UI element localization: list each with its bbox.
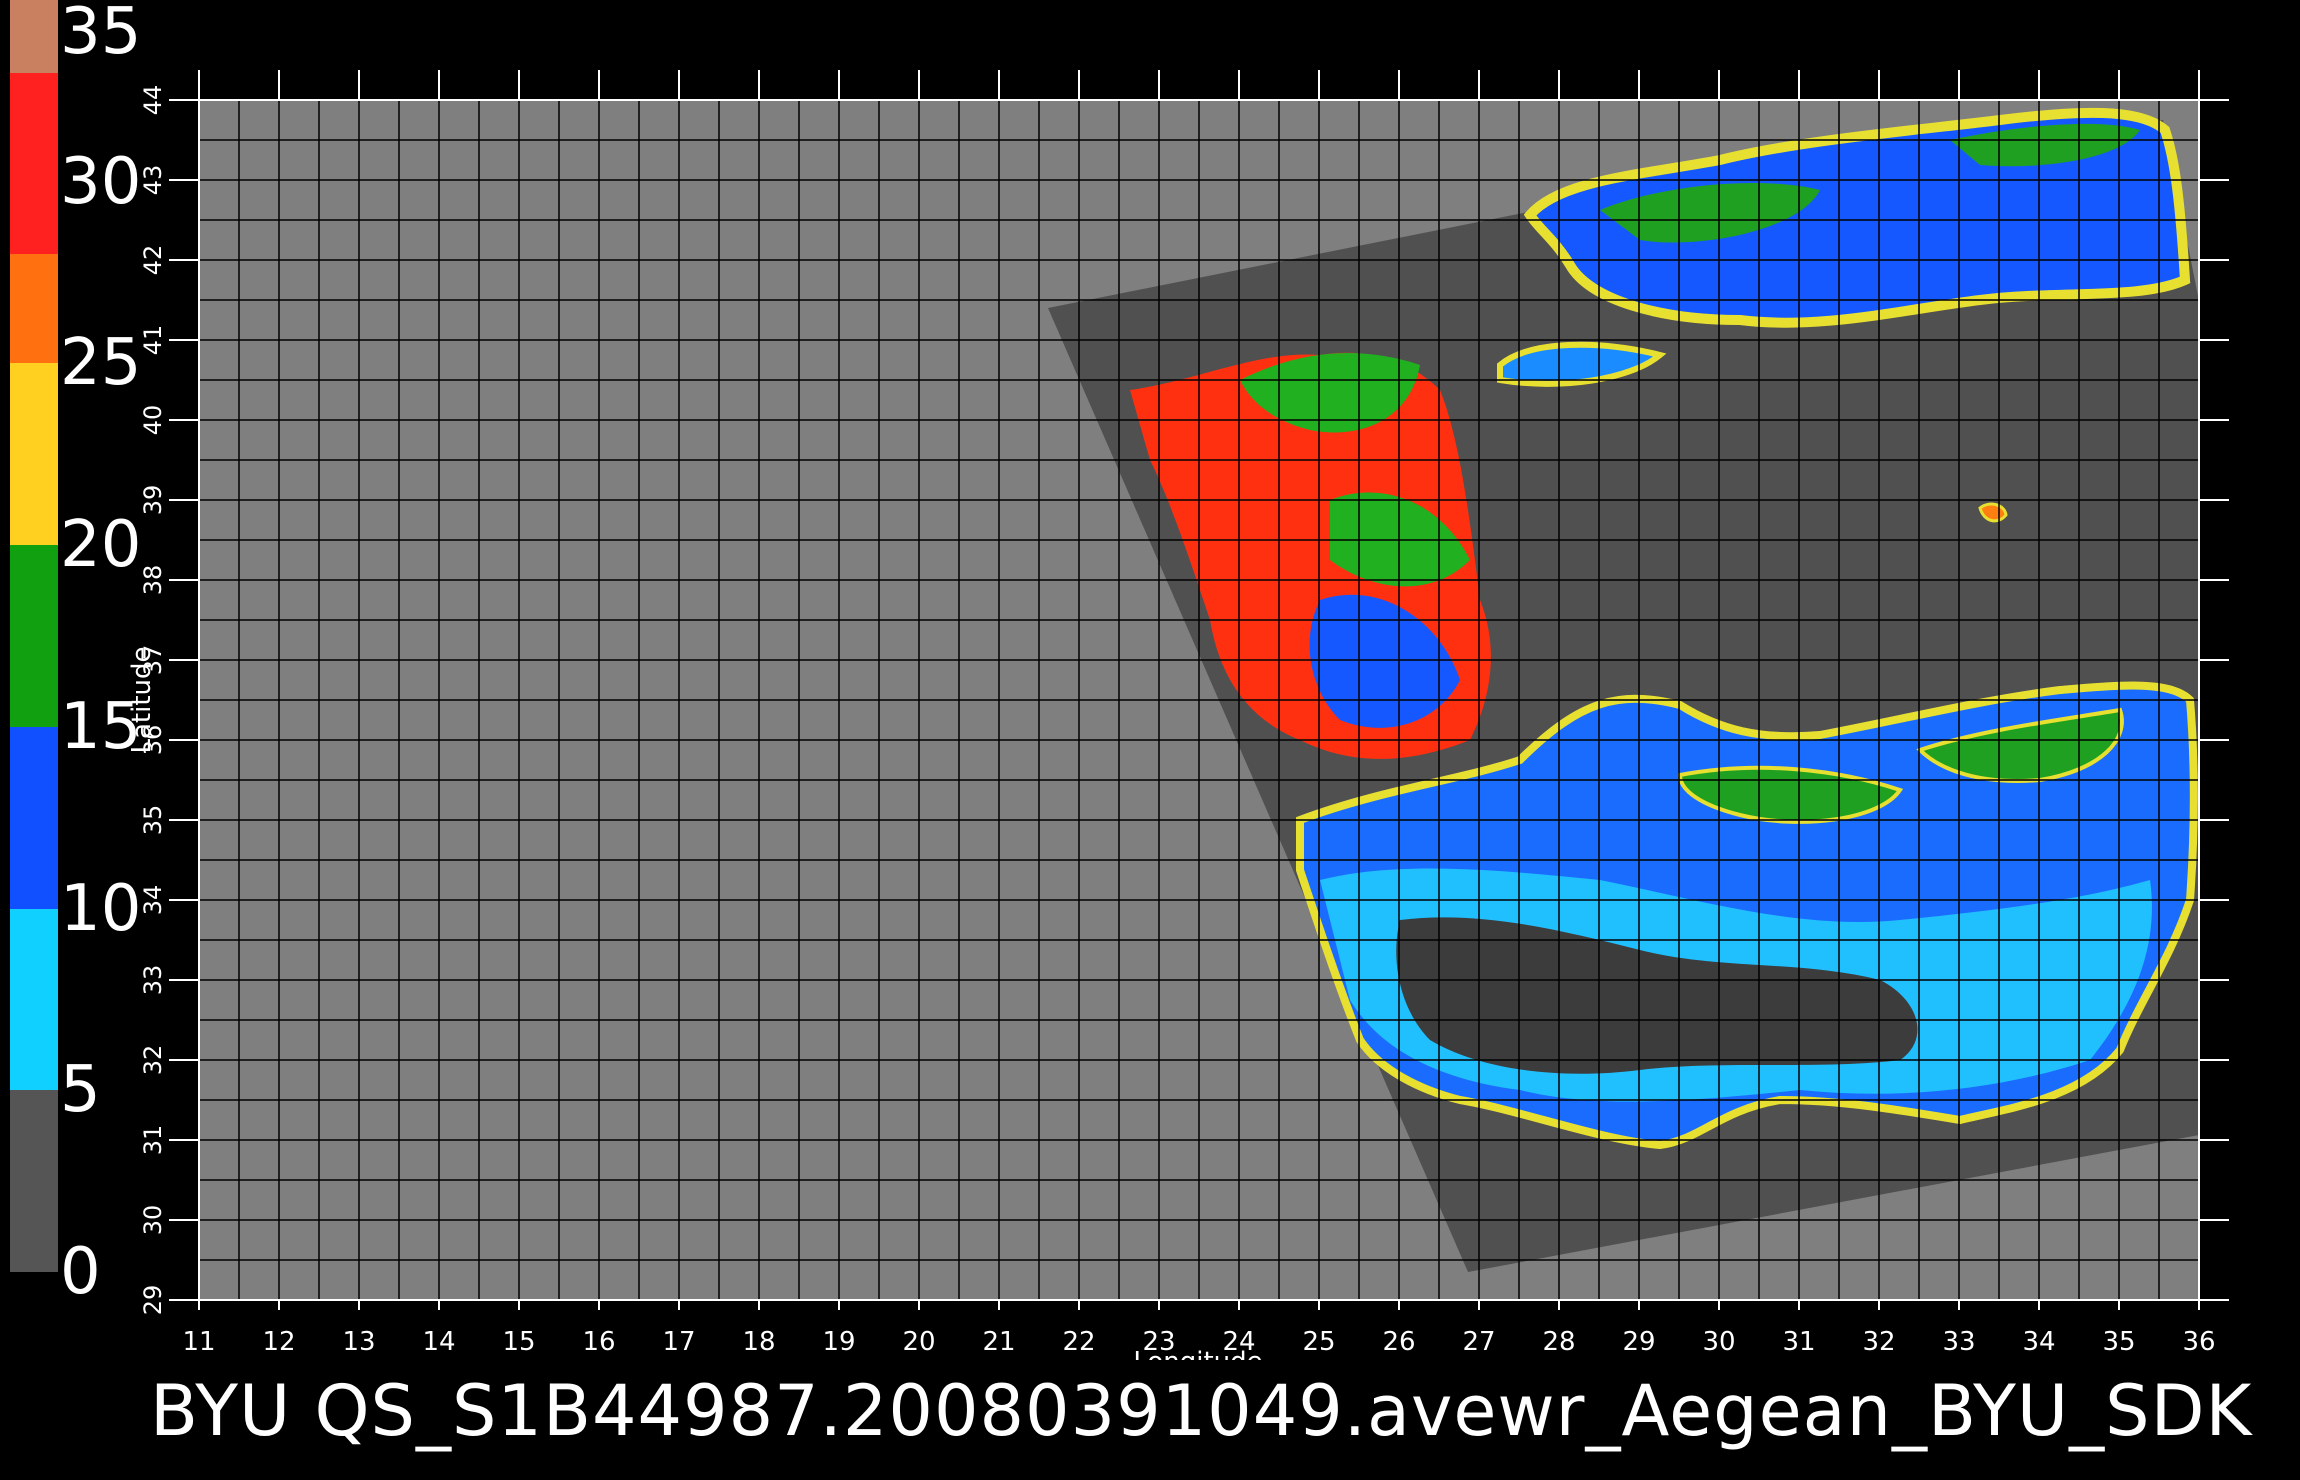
latitude-tick-label: 32 xyxy=(139,1045,167,1076)
longitude-tick-label: 16 xyxy=(582,1327,615,1357)
latitude-tick-label: 31 xyxy=(139,1125,167,1156)
longitude-tick-label: 13 xyxy=(342,1327,375,1357)
longitude-tick-label: 32 xyxy=(1862,1327,1895,1357)
latitude-tick-label: 30 xyxy=(139,1205,167,1236)
longitude-tick-label: 35 xyxy=(2102,1327,2135,1357)
latitude-tick-label: 41 xyxy=(139,325,167,356)
longitude-tick-label: 28 xyxy=(1542,1327,1575,1357)
x-axis-label: Longitude xyxy=(1133,1347,1262,1360)
longitude-tick-label: 31 xyxy=(1782,1327,1815,1357)
longitude-tick-label: 30 xyxy=(1702,1327,1735,1357)
latitude-tick-label: 43 xyxy=(139,165,167,196)
longitude-tick-label: 27 xyxy=(1462,1327,1495,1357)
longitude-tick-label: 34 xyxy=(2022,1327,2055,1357)
latitude-tick-label: 35 xyxy=(139,805,167,836)
y-axis-label: Latitude xyxy=(127,646,157,753)
wind-map[interactable]: 11 12 13 14 15 16 17 18 19 20 21 22 23 24 25 26 27 28 29 30… xyxy=(0,0,2300,1360)
longitude-tick-label: 36 xyxy=(2182,1327,2215,1357)
latitude-tick-label: 33 xyxy=(139,965,167,996)
longitude-tick-label: 15 xyxy=(502,1327,535,1357)
latitude-tick-label: 29 xyxy=(139,1285,167,1316)
longitude-tick-label: 26 xyxy=(1382,1327,1415,1357)
image-caption: BYU QS_S1B44987.20080391049.avewr_Aegean… xyxy=(150,1370,2253,1452)
longitude-tick-label: 14 xyxy=(422,1327,455,1357)
longitude-tick-label: 12 xyxy=(262,1327,295,1357)
longitude-tick-label: 11 xyxy=(182,1327,215,1357)
longitude-tick-label: 21 xyxy=(982,1327,1015,1357)
longitude-tick-label: 22 xyxy=(1062,1327,1095,1357)
longitude-tick-label: 20 xyxy=(902,1327,935,1357)
longitude-tick-label: 17 xyxy=(662,1327,695,1357)
latitude-tick-label: 34 xyxy=(139,885,167,916)
longitude-tick-label: 29 xyxy=(1622,1327,1655,1357)
latitude-tick-label: 39 xyxy=(139,485,167,516)
longitude-tick-label: 33 xyxy=(1942,1327,1975,1357)
latitude-tick-label: 40 xyxy=(139,405,167,436)
longitude-tick-label: 25 xyxy=(1302,1327,1335,1357)
latitude-tick-label: 38 xyxy=(139,565,167,596)
longitude-tick-label: 19 xyxy=(822,1327,855,1357)
latitude-tick-label: 44 xyxy=(139,85,167,116)
latitude-tick-label: 42 xyxy=(139,245,167,276)
figure: 35 30 25 20 15 10 5 0 11 12 13 14 15 16 17 18 19 20 21 2 xyxy=(0,0,2300,1480)
longitude-tick-label: 18 xyxy=(742,1327,775,1357)
